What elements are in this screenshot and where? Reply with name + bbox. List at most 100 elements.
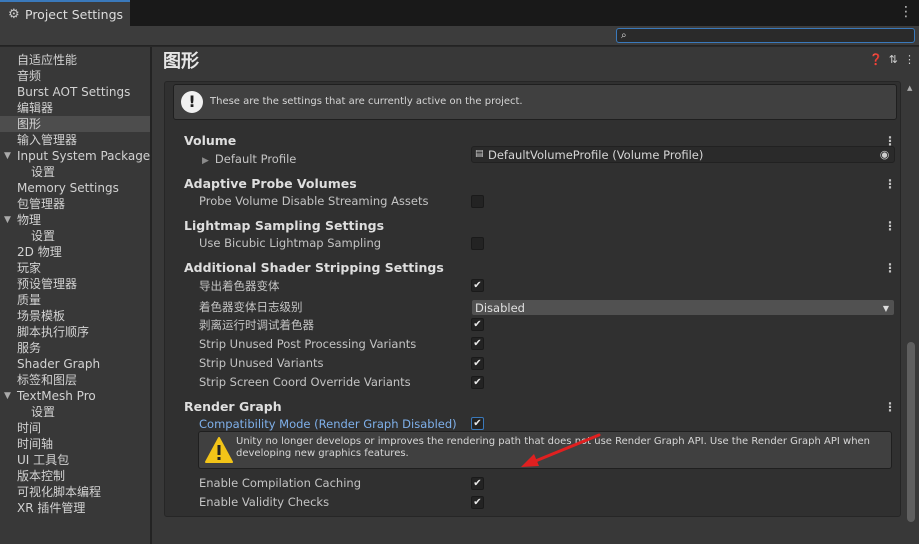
sidebar-item-label: 版本控制	[17, 469, 66, 483]
sidebar-item[interactable]: Burst AOT Settings	[0, 84, 150, 100]
strip-runtime-debug-label: 剥离运行时调试着色器	[199, 318, 314, 332]
sidebar-item-label: 音频	[17, 69, 42, 83]
sidebar-item-label: 包管理器	[17, 197, 66, 211]
section-lightmap-menu-icon[interactable]: ⋮	[884, 220, 896, 232]
sidebar-item-label: Memory Settings	[17, 181, 119, 195]
sidebar-item-label: 玩家	[17, 261, 42, 275]
sidebar-item-label: 输入管理器	[17, 133, 78, 147]
sidebar-item[interactable]: Shader Graph	[0, 356, 150, 372]
sidebar-item[interactable]: 设置	[0, 228, 150, 244]
sidebar-item[interactable]: 质量	[0, 292, 150, 308]
sidebar-item[interactable]: ▼ TextMesh Pro	[0, 388, 150, 404]
section-apv-title: Adaptive Probe Volumes	[184, 176, 357, 191]
sidebar-item[interactable]: XR 插件管理	[0, 500, 150, 516]
dropdown-arrow-icon: ▼	[882, 304, 889, 313]
sidebar-item[interactable]: 输入管理器	[0, 132, 150, 148]
sidebar-item[interactable]: 自适应性能	[0, 52, 150, 68]
sidebar-item[interactable]: 设置	[0, 164, 150, 180]
strip-runtime-debug-checkbox[interactable]: ✔	[471, 318, 484, 331]
sidebar-item[interactable]: UI 工具包	[0, 452, 150, 468]
page-title: 图形	[163, 51, 199, 72]
sidebar-item[interactable]: 2D 物理	[0, 244, 150, 260]
sidebar-item[interactable]: ▼ 物理	[0, 212, 150, 228]
sidebar-item[interactable]: 预设管理器	[0, 276, 150, 292]
variant-log-level-dropdown[interactable]: Disabled ▼	[471, 299, 895, 316]
expand-arrow-icon[interactable]: ▼	[4, 148, 11, 164]
sidebar-item-label: UI 工具包	[17, 453, 70, 467]
preset-icon[interactable]: ⇅	[889, 54, 898, 66]
default-profile-value: DefaultVolumeProfile (Volume Profile)	[488, 148, 704, 162]
more-options-icon[interactable]: ⋮	[904, 54, 915, 66]
sidebar-item-label: 预设管理器	[17, 277, 78, 291]
section-apv-menu-icon[interactable]: ⋮	[884, 178, 896, 190]
asset-file-icon: ▤	[475, 149, 484, 159]
compatibility-mode-checkbox[interactable]: ✔	[471, 417, 484, 430]
sidebar-item-label: 设置	[31, 405, 56, 419]
validity-checks-checkbox[interactable]: ✔	[471, 496, 484, 509]
sidebar-item[interactable]: 标签和图层	[0, 372, 150, 388]
sidebar-item[interactable]: 服务	[0, 340, 150, 356]
strip-unused-variants-checkbox[interactable]: ✔	[471, 357, 484, 370]
export-variants-checkbox[interactable]: ✔	[471, 279, 484, 292]
sidebar-item[interactable]: 图形	[0, 116, 150, 132]
object-picker-icon[interactable]: ◉	[878, 148, 891, 161]
sidebar-item-label: Shader Graph	[17, 357, 101, 371]
info-box: ! These are the settings that are curren…	[173, 84, 897, 120]
expand-arrow-icon[interactable]: ▼	[4, 388, 11, 404]
variant-log-level-value: Disabled	[475, 301, 525, 315]
check-icon: ✔	[473, 319, 482, 330]
info-text: These are the settings that are currentl…	[210, 96, 523, 107]
section-render-graph-title: Render Graph	[184, 399, 282, 414]
sidebar-item-label: 时间	[17, 421, 42, 435]
warning-icon	[205, 437, 233, 463]
sidebar-item[interactable]: 包管理器	[0, 196, 150, 212]
window-menu-icon[interactable]: ⋮	[899, 5, 913, 19]
sidebar-item[interactable]: ▼ Input System Package	[0, 148, 150, 164]
sidebar-item-label: Input System Package	[17, 149, 151, 163]
section-render-graph-menu-icon[interactable]: ⋮	[884, 401, 896, 413]
scrollbar-thumb[interactable]	[907, 342, 915, 522]
vertical-scrollbar[interactable]: ▲	[907, 84, 916, 524]
check-icon: ✔	[473, 478, 482, 489]
probe-volume-streaming-label: Probe Volume Disable Streaming Assets	[199, 194, 429, 208]
probe-volume-streaming-checkbox[interactable]	[471, 195, 484, 208]
section-lightmap-title: Lightmap Sampling Settings	[184, 218, 385, 233]
info-icon: !	[181, 91, 203, 113]
sidebar-item-label: 场景模板	[17, 309, 66, 323]
search-input[interactable]	[633, 29, 911, 42]
sidebar-item-label: 脚本执行顺序	[17, 325, 90, 339]
bicubic-lightmap-checkbox[interactable]	[471, 237, 484, 250]
strip-screen-coord-checkbox[interactable]: ✔	[471, 376, 484, 389]
section-stripping-menu-icon[interactable]: ⋮	[884, 262, 896, 274]
sidebar-item[interactable]: 设置	[0, 404, 150, 420]
sidebar: 自适应性能 音频 Burst AOT Settings 编辑器 图形 输入管理器 ▼ Inpu…	[0, 47, 150, 544]
strip-screen-coord-label: Strip Screen Coord Override Variants	[199, 375, 411, 389]
check-icon: ✔	[473, 338, 482, 349]
sidebar-item[interactable]: 脚本执行顺序	[0, 324, 150, 340]
sidebar-item[interactable]: 编辑器	[0, 100, 150, 116]
sidebar-item[interactable]: 音频	[0, 68, 150, 84]
sidebar-item-label: 设置	[31, 165, 56, 179]
compilation-caching-checkbox[interactable]: ✔	[471, 477, 484, 490]
sidebar-item[interactable]: 时间	[0, 420, 150, 436]
sidebar-item[interactable]: 可视化脚本编程	[0, 484, 150, 500]
check-icon: ✔	[473, 418, 482, 429]
search-field[interactable]: ⌕	[616, 28, 915, 43]
sidebar-item[interactable]: 时间轴	[0, 436, 150, 452]
sidebar-item-label: 2D 物理	[17, 245, 62, 259]
strip-post-processing-checkbox[interactable]: ✔	[471, 337, 484, 350]
scroll-up-icon[interactable]: ▲	[907, 84, 912, 92]
sidebar-item[interactable]: 玩家	[0, 260, 150, 276]
help-icon[interactable]: ❓	[869, 54, 883, 66]
tab-project-settings[interactable]: ⚙ Project Settings	[0, 0, 130, 27]
sidebar-item[interactable]: Memory Settings	[0, 180, 150, 196]
sidebar-item[interactable]: 版本控制	[0, 468, 150, 484]
default-profile-foldout[interactable]: ▶ Default Profile	[202, 151, 296, 169]
expand-arrow-icon[interactable]: ▼	[4, 212, 11, 228]
strip-post-processing-label: Strip Unused Post Processing Variants	[199, 337, 417, 351]
default-profile-field[interactable]: ▤ DefaultVolumeProfile (Volume Profile) …	[471, 146, 895, 163]
sidebar-item[interactable]: 场景模板	[0, 308, 150, 324]
main-panel: 图形 ❓ ⇅ ⋮ ! These are the settings that a…	[152, 47, 919, 544]
search-icon: ⌕	[621, 30, 627, 41]
sidebar-item-label: 可视化脚本编程	[17, 485, 102, 499]
